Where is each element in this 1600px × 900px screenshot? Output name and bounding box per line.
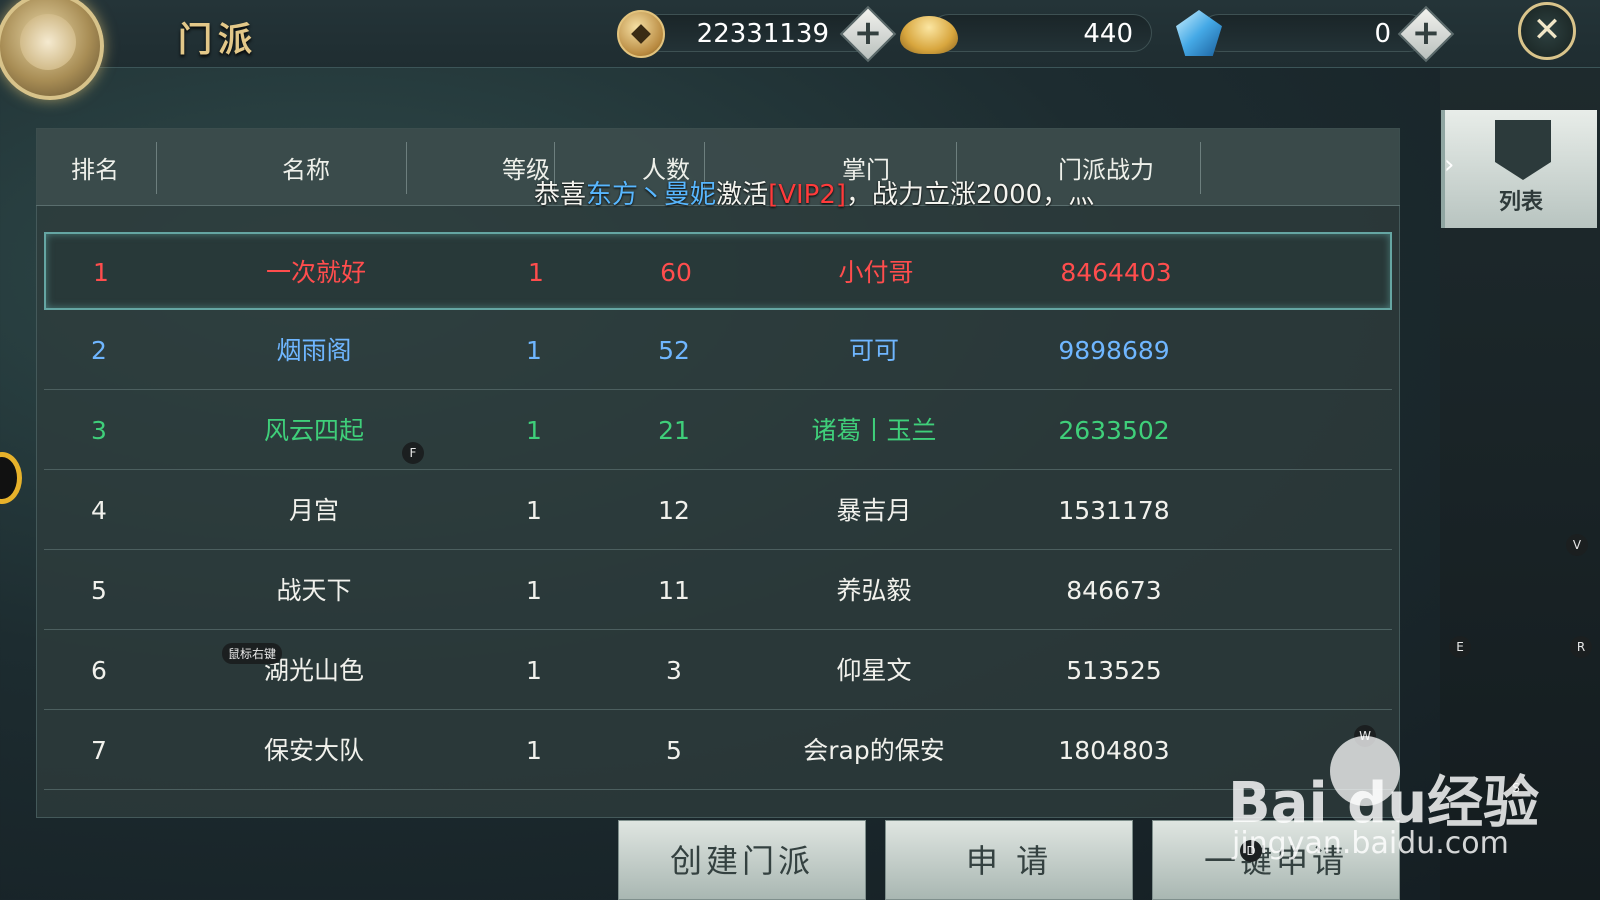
power-cell: 1531178: [1058, 496, 1170, 525]
ingot-counter: 440: [930, 14, 1152, 52]
leader-cell: 可可: [848, 336, 899, 365]
name-cell: 风云四起: [263, 416, 364, 445]
mouse-right-click-hint: 鼠标右键: [222, 643, 283, 664]
name-cell: 保安大队: [263, 736, 364, 765]
chevron-right-icon: ›: [1444, 150, 1455, 180]
table-row[interactable]: 7 保安大队 1 5 会rap的保安 1804803: [44, 712, 1392, 790]
leader-cell: 暴吉月: [836, 496, 912, 525]
power-cell: 1804803: [1058, 736, 1170, 765]
table-row[interactable]: 3 风云四起 1 21 诸葛丨玉兰 2633502: [44, 392, 1392, 470]
close-button[interactable]: ✕: [1518, 2, 1576, 60]
apply-button[interactable]: 申 请: [885, 820, 1133, 900]
coin-icon: [617, 10, 665, 58]
page-title: 门派: [178, 20, 258, 60]
power-cell: 8464403: [1060, 258, 1172, 287]
name-cell: 月宫: [288, 496, 339, 525]
name-cell: 战天下: [276, 576, 352, 605]
leader-cell: 诸葛丨玉兰: [811, 416, 937, 445]
hotkey-f: F: [402, 442, 424, 464]
power-cell: 9898689: [1058, 336, 1170, 365]
announcement-marquee: 恭喜东方丶曼妮激活[VIP2]，战力立涨2000，⺣: [534, 180, 1095, 210]
banner-shield-icon: [1495, 120, 1551, 180]
gem-counter: 0: [1200, 14, 1428, 52]
ingot-value: 440: [1083, 19, 1133, 49]
rank-cell: 4: [91, 496, 107, 525]
hotkey-r: R: [1570, 636, 1592, 658]
table-row[interactable]: 2 烟雨阁 1 52 可可 9898689: [44, 312, 1392, 390]
column-header-name: 名称: [282, 156, 330, 184]
column-header-rank: 排名: [71, 156, 119, 184]
leader-cell: 仰星文: [836, 656, 912, 685]
gold-ingot-icon: [900, 16, 958, 54]
table-row[interactable]: 4 月宫 1 12 暴吉月 1531178: [44, 472, 1392, 550]
table-row[interactable]: 1 一次就好 1 60 小付哥 8464403: [44, 232, 1392, 310]
gem-value: 0: [1374, 19, 1391, 49]
name-cell: 烟雨阁: [276, 336, 352, 365]
rank-cell: 7: [91, 736, 107, 765]
hotkey-e: E: [1449, 636, 1471, 658]
create-sect-button[interactable]: 创建门派: [618, 820, 866, 900]
list-tab-label: 列表: [1498, 190, 1543, 215]
rank-cell: 3: [91, 416, 107, 445]
power-cell: 846673: [1066, 576, 1162, 605]
hotkey-v: V: [1566, 534, 1588, 556]
rank-cell: 2: [91, 336, 107, 365]
leader-cell: 养弘毅: [836, 576, 912, 605]
rank-cell: 5: [91, 576, 107, 605]
leader-cell: 小付哥: [838, 258, 914, 287]
rank-cell: 1: [93, 258, 109, 287]
power-cell: 513525: [1066, 656, 1162, 685]
watermark-url: jingyan.baidu.com: [1232, 826, 1509, 861]
sect-emblem-icon: [0, 0, 104, 100]
left-edge-ring-icon: [0, 452, 22, 504]
power-cell: 2633502: [1058, 416, 1170, 445]
leader-cell: 会rap的保安: [803, 736, 945, 765]
name-cell: 一次就好: [265, 258, 366, 287]
rank-cell: 6: [91, 656, 107, 685]
table-row[interactable]: 5 战天下 1 11 养弘毅 846673: [44, 552, 1392, 630]
coin-value: 22331139: [696, 19, 829, 49]
list-tab[interactable]: 列表: [1441, 110, 1597, 228]
